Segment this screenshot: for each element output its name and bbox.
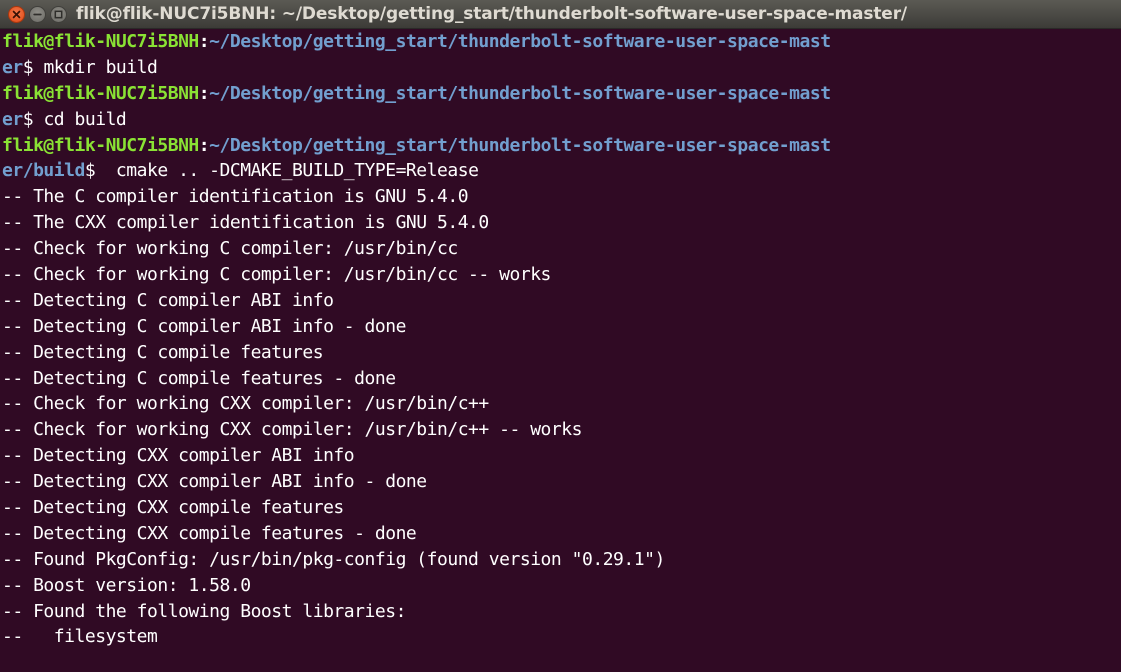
line-text: -- Check for working C compiler: /usr/bi…	[2, 264, 551, 286]
terminal-line: -- Check for working C compiler: /usr/bi…	[2, 262, 1121, 288]
prompt-path: er	[2, 56, 23, 78]
line-text: -- Detecting CXX compile features	[2, 497, 344, 519]
prompt-path: ~/Desktop/getting_start/thunderbolt-soft…	[209, 82, 831, 104]
line-text: -- Found the following Boost libraries:	[2, 600, 406, 622]
line-text: -- Detecting CXX compile features - done	[2, 522, 417, 544]
window-title: flik@flik-NUC7i5BNH: ~/Desktop/getting_s…	[76, 4, 907, 24]
maximize-button[interactable]	[50, 6, 67, 23]
terminal-line: -- Detecting C compiler ABI info	[2, 288, 1121, 314]
line-text: -- Detecting CXX compiler ABI info	[2, 445, 355, 467]
line-text: cmake .. -DCMAKE_BUILD_TYPE=Release	[105, 160, 479, 182]
prompt-user: flik@flik-NUC7i5BNH	[2, 82, 199, 104]
terminal-line: er$ cd build	[2, 107, 1121, 133]
title-bar[interactable]: flik@flik-NUC7i5BNH: ~/Desktop/getting_s…	[0, 0, 1121, 29]
prompt-separator: :	[198, 82, 210, 104]
terminal-line: -- Detecting C compile features	[2, 340, 1121, 366]
line-text: -- filesystem	[2, 626, 158, 648]
line-text: -- Check for working CXX compiler: /usr/…	[2, 419, 582, 441]
terminal-line: -- Found PkgConfig: /usr/bin/pkg-config …	[2, 547, 1121, 573]
terminal-line: -- Check for working C compiler: /usr/bi…	[2, 236, 1121, 262]
prompt-separator: :	[198, 31, 210, 52]
line-text: -- Detecting CXX compiler ABI info - don…	[2, 471, 427, 493]
terminal-line: -- The CXX compiler identification is GN…	[2, 210, 1121, 236]
maximize-icon	[54, 10, 63, 19]
terminal-line: -- Detecting C compiler ABI info - done	[2, 314, 1121, 340]
prompt-sign: $	[22, 108, 44, 130]
prompt-user: flik@flik-NUC7i5BNH	[2, 31, 199, 52]
close-icon	[12, 10, 21, 19]
line-text: -- Check for working CXX compiler: /usr/…	[2, 393, 489, 415]
prompt-separator: :	[198, 134, 210, 156]
terminal-line: flik@flik-NUC7i5BNH:~/Desktop/getting_st…	[2, 133, 1121, 159]
minimize-button[interactable]	[29, 6, 46, 23]
line-text: -- The CXX compiler identification is GN…	[2, 212, 489, 234]
prompt-path: ~/Desktop/getting_start/thunderbolt-soft…	[209, 31, 831, 52]
line-text: -- Detecting C compiler ABI info	[2, 289, 334, 311]
terminal-line: -- Detecting CXX compile features - done	[2, 521, 1121, 547]
terminal-line: -- Boost version: 1.58.0	[2, 573, 1121, 599]
line-text: -- Boost version: 1.58.0	[2, 574, 251, 596]
prompt-sign: $	[84, 160, 106, 182]
terminal-line: flik@flik-NUC7i5BNH:~/Desktop/getting_st…	[2, 29, 1121, 55]
prompt-path: ~/Desktop/getting_start/thunderbolt-soft…	[209, 134, 831, 156]
prompt-path: er/build	[2, 160, 85, 182]
terminal-line: -- Check for working CXX compiler: /usr/…	[2, 417, 1121, 443]
line-text: cd build	[43, 108, 127, 130]
line-text: -- Found PkgConfig: /usr/bin/pkg-config …	[2, 548, 665, 570]
prompt-path: er	[2, 108, 23, 130]
terminal-line: -- Detecting C compile features - done	[2, 366, 1121, 392]
terminal-window: flik@flik-NUC7i5BNH: ~/Desktop/getting_s…	[0, 0, 1121, 672]
terminal-line: -- filesystem	[2, 624, 1121, 650]
terminal-line: -- Detecting CXX compiler ABI info	[2, 443, 1121, 469]
line-text: -- Detecting C compile features	[2, 341, 324, 363]
prompt-sign: $	[22, 56, 44, 78]
line-text: -- Detecting C compiler ABI info - done	[2, 315, 406, 337]
line-text: -- Check for working C compiler: /usr/bi…	[2, 238, 458, 260]
line-text: -- The C compiler identification is GNU …	[2, 186, 469, 208]
line-text: -- Detecting C compile features - done	[2, 367, 396, 389]
terminal-line: -- The C compiler identification is GNU …	[2, 184, 1121, 210]
line-text: mkdir build	[43, 56, 158, 78]
terminal-line: er/build$ cmake .. -DCMAKE_BUILD_TYPE=Re…	[2, 158, 1121, 184]
terminal-line: -- Check for working CXX compiler: /usr/…	[2, 391, 1121, 417]
prompt-user: flik@flik-NUC7i5BNH	[2, 134, 199, 156]
terminal-line: flik@flik-NUC7i5BNH:~/Desktop/getting_st…	[2, 81, 1121, 107]
terminal-output[interactable]: flik@flik-NUC7i5BNH:~/Desktop/getting_st…	[2, 29, 1121, 672]
terminal-line: -- Detecting CXX compile features	[2, 495, 1121, 521]
terminal-line: -- Detecting CXX compiler ABI info - don…	[2, 469, 1121, 495]
terminal-line: -- Found the following Boost libraries:	[2, 599, 1121, 625]
minimize-icon	[33, 13, 42, 16]
close-button[interactable]	[8, 6, 25, 23]
terminal-line: er$ mkdir build	[2, 55, 1121, 81]
